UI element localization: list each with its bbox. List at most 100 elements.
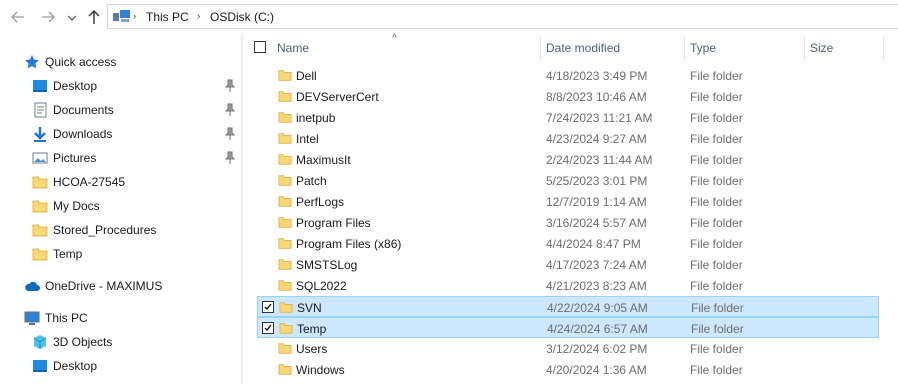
file-row[interactable]: Program Files (x86) 4/4/2024 8:47 PM File … [257,233,879,254]
select-all-checkbox[interactable] [254,41,266,53]
file-name[interactable]: Windows [296,363,345,377]
nav-pictures[interactable]: Pictures [0,147,240,169]
file-type: File folder [690,279,743,293]
file-row[interactable]: Windows 4/20/2024 1:36 AM File folder [257,359,879,380]
nav-this-pc[interactable]: This PC [0,307,240,329]
file-date-modified: 12/7/2019 1:14 AM [546,195,647,209]
download-arrow-icon [34,127,46,142]
file-date-modified: 3/16/2024 5:57 AM [546,216,647,230]
folder-icon [32,176,48,189]
pictures-icon [32,152,48,164]
file-row[interactable]: SVN 4/22/2024 9:05 AM File folder [257,296,879,317]
pin-icon[interactable] [224,103,236,117]
file-name[interactable]: Program Files (x86) [296,237,401,251]
recent-locations-button[interactable] [66,7,78,27]
file-name[interactable]: Program Files [296,216,371,230]
column-divider[interactable] [540,37,541,61]
file-row[interactable]: SMSTSLog 4/17/2023 7:24 AM File folder [257,254,879,275]
nav-folder-temp[interactable]: Temp [0,243,240,265]
file-date-modified: 7/24/2023 11:21 AM [546,111,653,125]
file-name[interactable]: Patch [296,174,327,188]
breadcrumb-separator: › [133,11,137,22]
column-header-name[interactable]: Name [277,41,309,63]
navigation-pane: Quick access Desktop Documents Downloads… [0,33,241,384]
pin-icon[interactable] [224,79,236,93]
desktop-icon [33,360,47,372]
file-row[interactable]: PerfLogs 12/7/2019 1:14 AM File folder [257,191,879,212]
column-divider[interactable] [804,37,805,61]
file-row[interactable]: Program Files 3/16/2024 5:57 AM File folde… [257,212,879,233]
breadcrumb-this-pc[interactable]: This PC [146,10,189,24]
nav-documents[interactable]: Documents [0,99,240,121]
address-box[interactable]: › This PC › OSDisk (C:) [107,4,898,29]
file-date-modified: 4/23/2024 9:27 AM [546,132,647,146]
nav-desktop[interactable]: Desktop [0,75,240,97]
file-name[interactable]: Users [296,342,327,356]
folder-icon [278,154,292,165]
file-name[interactable]: Temp [297,322,326,336]
file-row[interactable]: SQL2022 4/21/2023 8:23 AM File folder [257,275,879,296]
folder-icon [32,224,48,237]
nav-quick-access[interactable]: Quick access [0,51,240,73]
nav-folder-hcoa[interactable]: HCOA-27545 [0,171,240,193]
file-date-modified: 4/17/2023 7:24 AM [546,258,647,272]
folder-icon [278,112,292,123]
file-row[interactable]: Patch 5/25/2023 3:01 PM File folder [257,170,879,191]
file-name[interactable]: Dell [296,69,317,83]
column-header-type[interactable]: Type [690,41,716,63]
file-type: File folder [690,216,743,230]
chevron-down-icon [67,15,77,21]
nav-folder-my-docs[interactable]: My Docs [0,195,240,217]
nav-label: Pictures [53,151,97,165]
file-row[interactable]: MaximusIt 2/24/2023 11:44 AM File folder [257,149,879,170]
file-row[interactable]: DEVServerCert 8/8/2023 10:46 AM File folde… [257,86,879,107]
file-row[interactable]: inetpub 7/24/2023 11:21 AM File folder [257,107,879,128]
folder-icon [279,302,293,313]
file-name[interactable]: SMSTSLog [296,258,357,272]
folder-icon [278,175,292,186]
folder-icon [278,133,292,144]
file-type: File folder [690,363,743,377]
file-date-modified: 4/24/2024 6:57 AM [547,322,648,336]
breadcrumb-osdisk[interactable]: OSDisk (C:) [210,10,274,24]
row-checkbox[interactable] [262,322,274,334]
desktop-icon [33,80,47,92]
file-row[interactable]: Intel 4/23/2024 9:27 AM File folder [257,128,879,149]
file-date-modified: 4/20/2024 1:36 AM [546,363,647,377]
file-name[interactable]: PerfLogs [296,195,344,209]
pin-icon[interactable] [224,127,236,141]
file-name[interactable]: SQL2022 [296,279,347,293]
pin-icon[interactable] [224,151,236,165]
up-button[interactable] [84,7,104,27]
file-date-modified: 4/4/2024 8:47 PM [546,237,641,251]
column-divider[interactable] [684,37,685,61]
computer-icon [24,311,40,325]
nav-folder-stored-procedures[interactable]: Stored_Procedures [0,219,240,241]
file-name[interactable]: DEVServerCert [296,90,379,104]
file-date-modified: 4/18/2023 3:49 PM [546,69,648,83]
nav-downloads[interactable]: Downloads [0,123,240,145]
forward-button[interactable] [38,7,58,27]
nav-label: Temp [53,247,83,261]
nav-onedrive[interactable]: OneDrive - MAXIMUS [0,275,240,297]
arrow-right-icon [42,11,55,23]
file-name[interactable]: Intel [296,132,319,146]
file-date-modified: 5/25/2023 3:01 PM [546,174,648,188]
column-header-size[interactable]: Size [810,41,833,63]
folder-icon [32,248,48,261]
row-checkbox[interactable] [262,301,274,313]
arrow-up-icon [88,10,100,24]
file-name[interactable]: inetpub [296,111,335,125]
file-row[interactable]: Dell 4/18/2023 3:49 PM File folder [257,65,879,86]
file-name[interactable]: SVN [297,301,322,315]
folder-icon [279,323,293,334]
back-button[interactable] [8,7,28,27]
nav-desktop-pc[interactable]: Desktop [0,355,240,377]
nav-3d-objects[interactable]: 3D Objects [0,331,240,353]
column-header-date[interactable]: Date modified [546,41,620,63]
file-row[interactable]: Users 3/12/2024 6:02 PM File folder [257,338,879,359]
nav-label: Downloads [53,127,113,141]
column-divider[interactable] [883,37,884,61]
file-row[interactable]: Temp 4/24/2024 6:57 AM File folder [257,317,879,338]
file-name[interactable]: MaximusIt [296,153,351,167]
